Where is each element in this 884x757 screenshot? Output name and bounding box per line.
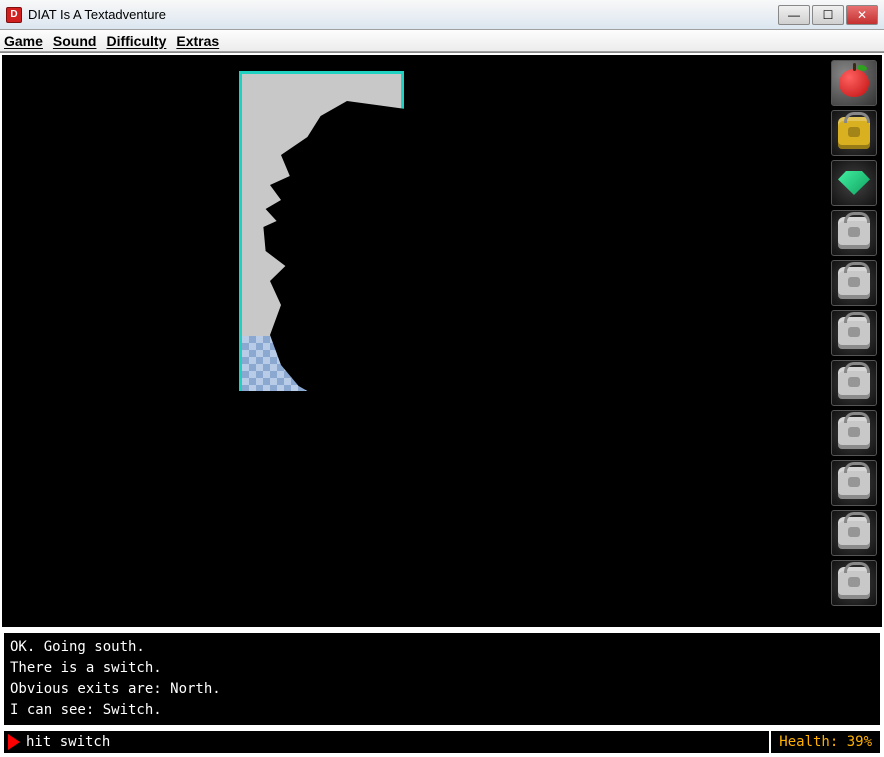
inventory-slot-apple[interactable]: [831, 60, 877, 106]
inventory-slot-empty[interactable]: [831, 510, 877, 556]
backpack-icon: [838, 467, 870, 499]
log-line: OK. Going south.: [10, 637, 874, 658]
log-line: There is a switch.: [10, 658, 874, 679]
menu-bar: Game Sound Difficulty Extras: [0, 30, 884, 52]
backpack-icon: [838, 317, 870, 349]
backpack-icon: [838, 517, 870, 549]
scene-graphic: [239, 71, 404, 391]
inventory-slot-empty[interactable]: [831, 310, 877, 356]
backpack-icon: [838, 417, 870, 449]
application-window: D DIAT Is A Textadventure — ☐ ✕ Game Sou…: [0, 0, 884, 757]
inventory-slot-gem[interactable]: [831, 160, 877, 206]
log-line: Obvious exits are: North.: [10, 679, 874, 700]
backpack-icon: [838, 217, 870, 249]
menu-difficulty[interactable]: Difficulty: [106, 33, 166, 49]
scene-viewport: [2, 55, 882, 627]
command-bar: Health: 39%: [2, 729, 882, 755]
menu-sound[interactable]: Sound: [53, 33, 97, 49]
log-line: I can see: Switch.: [10, 700, 874, 721]
backpack-icon: [838, 267, 870, 299]
inventory-slot-empty[interactable]: [831, 210, 877, 256]
inventory-panel: [831, 60, 877, 606]
health-status: Health: 39%: [769, 731, 880, 753]
maximize-button[interactable]: ☐: [812, 5, 844, 25]
text-log: OK. Going south. There is a switch. Obvi…: [2, 631, 882, 727]
titlebar[interactable]: D DIAT Is A Textadventure — ☐ ✕: [0, 0, 884, 30]
menu-game[interactable]: Game: [4, 33, 43, 49]
minimize-button[interactable]: —: [778, 5, 810, 25]
prompt-arrow-icon: [8, 734, 20, 750]
app-icon: D: [6, 7, 22, 23]
inventory-slot-empty[interactable]: [831, 260, 877, 306]
backpack-icon: [838, 567, 870, 599]
backpack-icon: [838, 117, 870, 149]
menu-extras[interactable]: Extras: [176, 33, 219, 49]
close-button[interactable]: ✕: [846, 5, 878, 25]
apple-icon: [839, 69, 869, 97]
inventory-slot-empty[interactable]: [831, 560, 877, 606]
backpack-icon: [838, 367, 870, 399]
inventory-slot-empty[interactable]: [831, 460, 877, 506]
window-title: DIAT Is A Textadventure: [28, 7, 776, 22]
inventory-slot-empty[interactable]: [831, 410, 877, 456]
command-input[interactable]: [26, 734, 769, 750]
inventory-slot-empty[interactable]: [831, 360, 877, 406]
inventory-slot-backpack-gold[interactable]: [831, 110, 877, 156]
gem-icon: [838, 171, 870, 195]
game-area: OK. Going south. There is a switch. Obvi…: [0, 52, 884, 757]
window-controls: — ☐ ✕: [776, 5, 878, 25]
